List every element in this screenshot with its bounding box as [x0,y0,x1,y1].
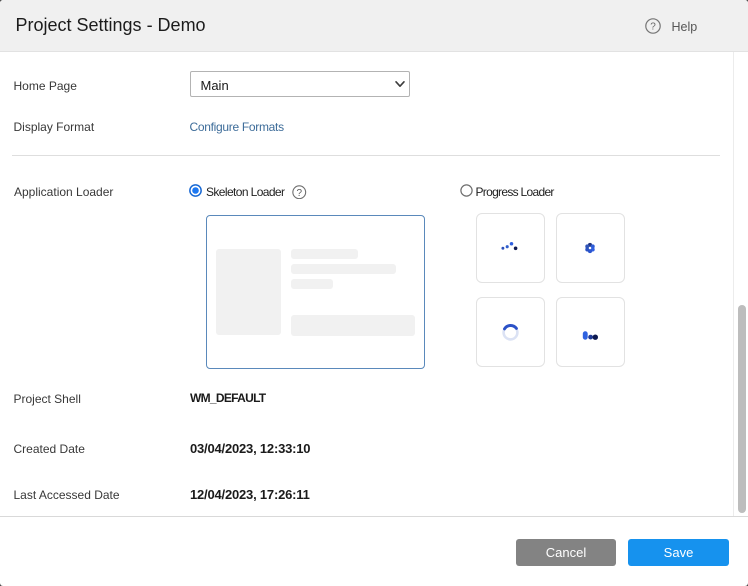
svg-text:?: ? [296,187,302,198]
svg-text:?: ? [650,22,656,33]
